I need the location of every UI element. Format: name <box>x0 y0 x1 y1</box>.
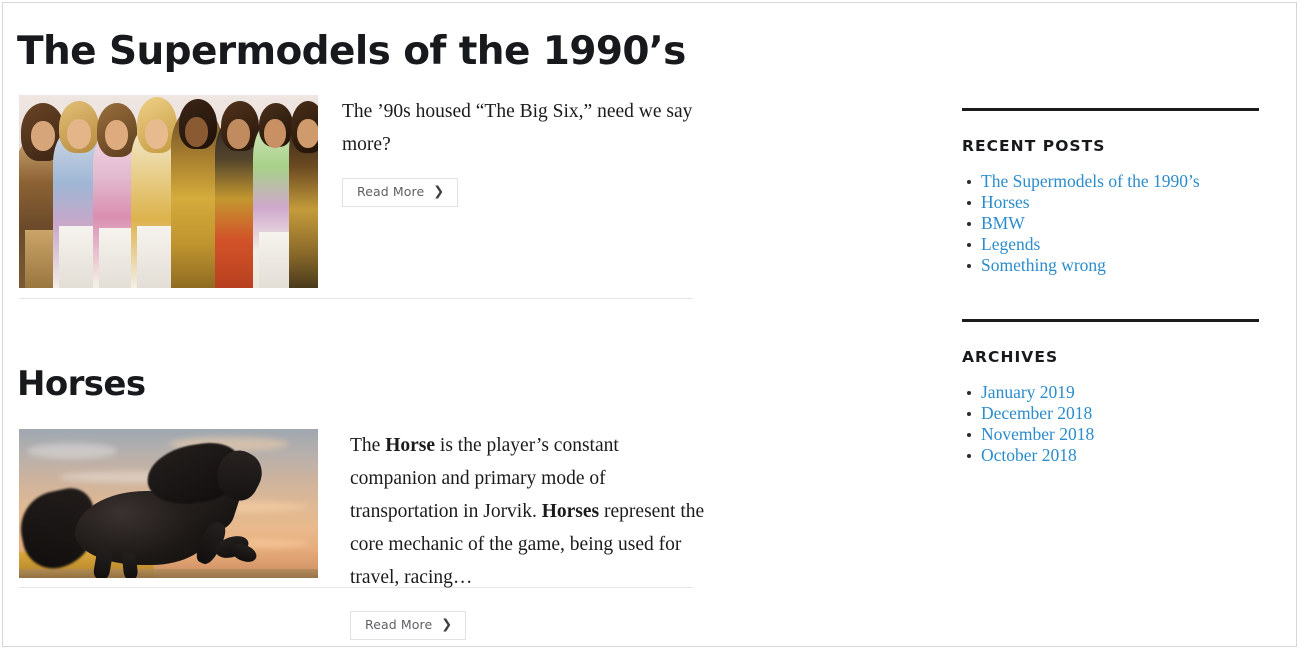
face <box>297 118 318 148</box>
post-excerpt: The Horse is the player’s constant compa… <box>350 429 707 640</box>
list-item[interactable]: BMW <box>962 213 1262 234</box>
ground-line <box>19 568 318 578</box>
horse-photo <box>19 428 318 578</box>
face <box>227 118 250 149</box>
list-item[interactable]: January 2019 <box>962 382 1262 403</box>
excerpt-text-1: The <box>350 434 386 456</box>
read-more-label: Read More <box>365 616 433 632</box>
page-frame: The Supermodels of the 1990’s The ’90s h… <box>2 2 1297 647</box>
post-body: The ’90s housed “The Big Six,” need we s… <box>17 94 707 288</box>
list-item[interactable]: November 2018 <box>962 424 1262 445</box>
list-item[interactable]: The Supermodels of the 1990’s <box>962 171 1262 192</box>
post-title[interactable]: Horses <box>17 366 707 403</box>
excerpt-bold-1: Horse <box>385 434 436 456</box>
list-item[interactable]: Horses <box>962 192 1262 213</box>
cloud <box>27 442 117 459</box>
main-content-column: The Supermodels of the 1990’s The ’90s h… <box>17 3 707 640</box>
recent-posts-list: The Supermodels of the 1990’s Horses BMW… <box>962 171 1262 276</box>
excerpt-bold-2: Horses <box>541 500 600 522</box>
chevron-right-icon: ❯ <box>433 184 445 200</box>
read-more-label: Read More <box>357 184 425 200</box>
sidebar: Recent Posts The Supermodels of the 1990… <box>962 3 1262 466</box>
chevron-right-icon: ❯ <box>441 617 453 633</box>
face <box>67 118 91 149</box>
post-body: The Horse is the player’s constant compa… <box>17 428 707 640</box>
supermodels-photo <box>19 94 318 288</box>
post-title[interactable]: The Supermodels of the 1990’s <box>17 3 707 73</box>
pants <box>137 225 175 288</box>
recent-post-link[interactable]: BMW <box>981 213 1025 233</box>
archive-link[interactable]: November 2018 <box>981 424 1094 444</box>
recent-post-link[interactable]: The Supermodels of the 1990’s <box>981 171 1200 191</box>
pants <box>59 225 97 288</box>
recent-post-link[interactable]: Something wrong <box>981 255 1106 275</box>
post-thumbnail-image[interactable] <box>19 94 318 288</box>
recent-post-link[interactable]: Legends <box>981 234 1040 254</box>
recent-post-link[interactable]: Horses <box>981 192 1030 212</box>
widget-archives: Archives January 2019 December 2018 Nove… <box>962 319 1262 466</box>
excerpt-text: The ’90s housed “The Big Six,” need we s… <box>342 100 693 155</box>
post-horses: Horses The Horse is the player’s constan… <box>17 366 707 640</box>
archive-link[interactable]: October 2018 <box>981 445 1077 465</box>
face <box>31 120 55 151</box>
post-excerpt: The ’90s housed “The Big Six,” need we s… <box>342 95 707 207</box>
archive-link[interactable]: January 2019 <box>981 382 1075 402</box>
read-more-button[interactable]: Read More ❯ <box>350 610 467 640</box>
list-item[interactable]: December 2018 <box>962 403 1262 424</box>
face <box>185 116 208 147</box>
widget-rule <box>962 319 1259 322</box>
widget-title: Recent Posts <box>962 137 1106 155</box>
post-thumbnail-image[interactable] <box>19 428 318 578</box>
widget-rule <box>962 108 1259 111</box>
face <box>105 119 128 150</box>
pants <box>99 227 135 288</box>
list-item[interactable]: October 2018 <box>962 445 1262 466</box>
face <box>145 118 168 149</box>
post-supermodels: The Supermodels of the 1990’s The ’90s h… <box>17 3 707 299</box>
widget-recent-posts: Recent Posts The Supermodels of the 1990… <box>962 108 1262 276</box>
list-item[interactable]: Something wrong <box>962 255 1262 276</box>
archives-list: January 2019 December 2018 November 2018… <box>962 382 1262 466</box>
post-divider <box>19 297 693 299</box>
widget-title: Archives <box>962 348 1059 366</box>
face <box>264 118 286 148</box>
archive-link[interactable]: December 2018 <box>981 403 1092 423</box>
list-item[interactable]: Legends <box>962 234 1262 255</box>
read-more-button[interactable]: Read More ❯ <box>342 177 459 207</box>
